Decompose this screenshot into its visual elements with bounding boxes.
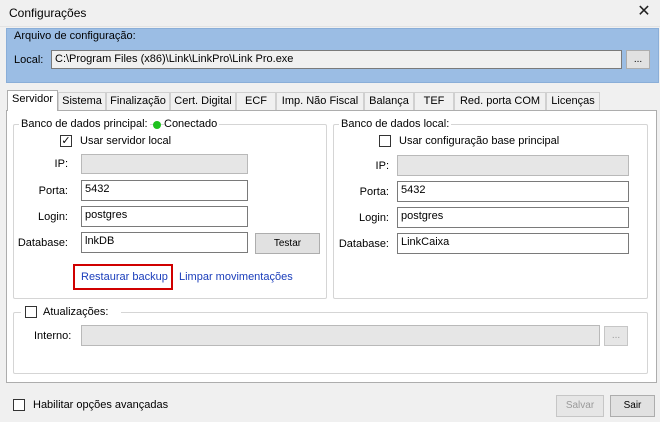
close-icon[interactable]: ✕ [634,3,654,21]
updates-checkbox[interactable] [25,306,37,318]
tab-licencas[interactable]: Licenças [546,92,600,110]
connection-status: Conectado [164,118,220,130]
local-db-title: Banco de dados local: [339,118,452,131]
main-database-label: Database: [17,237,68,249]
internal-label: Interno: [34,330,72,342]
main-ip-label: IP: [54,158,68,170]
browse-config-button[interactable]: ... [626,50,650,69]
test-button[interactable]: Testar [255,233,320,254]
main-port-label: Porta: [38,185,68,197]
tab-finalizacao[interactable]: Finalização [106,92,170,110]
internal-path-field[interactable] [81,325,600,346]
title-separator [0,26,660,27]
local-database-label: Database: [338,238,389,250]
use-local-server-label: Usar servidor local [80,135,172,147]
exit-button[interactable]: Sair [610,395,655,417]
local-ip-label: IP: [375,160,389,172]
main-login-label: Login: [38,211,68,223]
config-file-label: Arquivo de configuração: [14,30,136,42]
clear-movements-link[interactable]: Limpar movimentações [179,271,293,283]
local-ip-field[interactable] [397,155,629,176]
tab-red-porta-com[interactable]: Red. porta COM [454,92,546,110]
browse-internal-button[interactable]: ... [604,326,628,346]
config-path-field[interactable]: C:\Program Files (x86)\Link\LinkPro\Link… [51,50,622,69]
tab-tef[interactable]: TEF [414,92,454,110]
main-port-field[interactable]: 5432 [81,180,248,201]
local-port-label: Porta: [359,186,389,198]
advanced-options-checkbox[interactable] [13,399,25,411]
advanced-options-label: Habilitar opções avançadas [33,399,169,411]
use-base-config-label: Usar configuração base principal [399,135,560,147]
tab-balanca[interactable]: Balança [364,92,414,110]
main-db-title: Banco de dados principal: [19,118,150,131]
local-port-field[interactable]: 5432 [397,181,629,202]
tab-sistema[interactable]: Sistema [58,92,106,110]
local-login-label: Login: [359,212,389,224]
main-ip-field[interactable] [81,154,248,174]
restore-backup-link[interactable]: Restaurar backup [81,271,168,283]
tab-servidor[interactable]: Servidor [7,90,58,111]
main-database-field[interactable]: lnkDB [81,232,248,253]
local-login-field[interactable]: postgres [397,207,629,228]
local-database-field[interactable]: LinkCaixa [397,233,629,254]
local-label: Local: [14,54,44,66]
tab-ecf[interactable]: ECF [236,92,276,110]
window-title: Configurações [9,6,87,20]
tab-cert-digital[interactable]: Cert. Digital [170,92,236,110]
use-local-server-checkbox[interactable]: ✓ [60,135,72,147]
status-dot-icon [153,121,161,129]
main-db-title-text: Banco de dados principal: [21,118,148,130]
use-base-config-checkbox[interactable] [379,135,391,147]
tab-imp-nao-fiscal[interactable]: Imp. Não Fiscal [276,92,364,110]
main-login-field[interactable]: postgres [81,206,248,227]
updates-label: Atualizações: [43,306,109,318]
save-button[interactable]: Salvar [556,395,604,417]
